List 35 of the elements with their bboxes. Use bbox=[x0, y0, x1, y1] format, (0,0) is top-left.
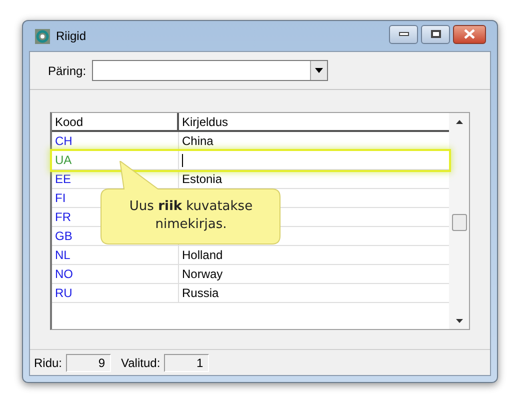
maximize-button[interactable] bbox=[421, 24, 450, 44]
callout-text: Uus riik kuvatakse nimekirjas. bbox=[128, 198, 254, 234]
status-label: Ridu: bbox=[34, 354, 62, 372]
scrollbar-thumb[interactable] bbox=[452, 214, 466, 231]
description-cell-text: Estonia bbox=[182, 171, 222, 188]
window-title: Riigid bbox=[56, 28, 86, 45]
vertical-scrollbar[interactable] bbox=[449, 113, 469, 329]
minimize-button[interactable] bbox=[389, 24, 418, 44]
query-label: Päring: bbox=[48, 62, 86, 80]
code-cell: FR bbox=[55, 210, 71, 224]
description-cell-text: China bbox=[182, 133, 214, 150]
table-row[interactable]: NL Holland bbox=[52, 246, 449, 265]
scroll-up-icon bbox=[456, 120, 462, 124]
code-cell: RU bbox=[55, 286, 72, 300]
close-icon bbox=[464, 29, 475, 39]
status-value: 1 bbox=[164, 354, 210, 372]
description-cell-text: Russia bbox=[182, 285, 219, 302]
table-row[interactable]: UA bbox=[52, 151, 449, 170]
description-cell-text: Holland bbox=[182, 247, 223, 264]
code-cell: NO bbox=[55, 267, 73, 281]
table-row[interactable]: NO Norway bbox=[52, 265, 449, 284]
close-button[interactable] bbox=[453, 24, 486, 44]
code-cell: UA bbox=[55, 153, 72, 167]
code-cell: GB bbox=[55, 229, 72, 243]
status-value: 9 bbox=[66, 354, 112, 372]
code-cell: NL bbox=[55, 248, 70, 262]
code-cell: EE bbox=[55, 172, 72, 186]
description-cell-text: Norway bbox=[182, 266, 223, 283]
code-cell: FI bbox=[55, 191, 66, 205]
status-label: Valitud: bbox=[121, 354, 160, 372]
table-row[interactable]: RU Russia bbox=[52, 284, 449, 303]
app-icon bbox=[34, 28, 51, 44]
scroll-down-icon bbox=[456, 319, 462, 323]
query-dropdown[interactable] bbox=[92, 60, 328, 81]
code-cell: CH bbox=[55, 134, 72, 148]
